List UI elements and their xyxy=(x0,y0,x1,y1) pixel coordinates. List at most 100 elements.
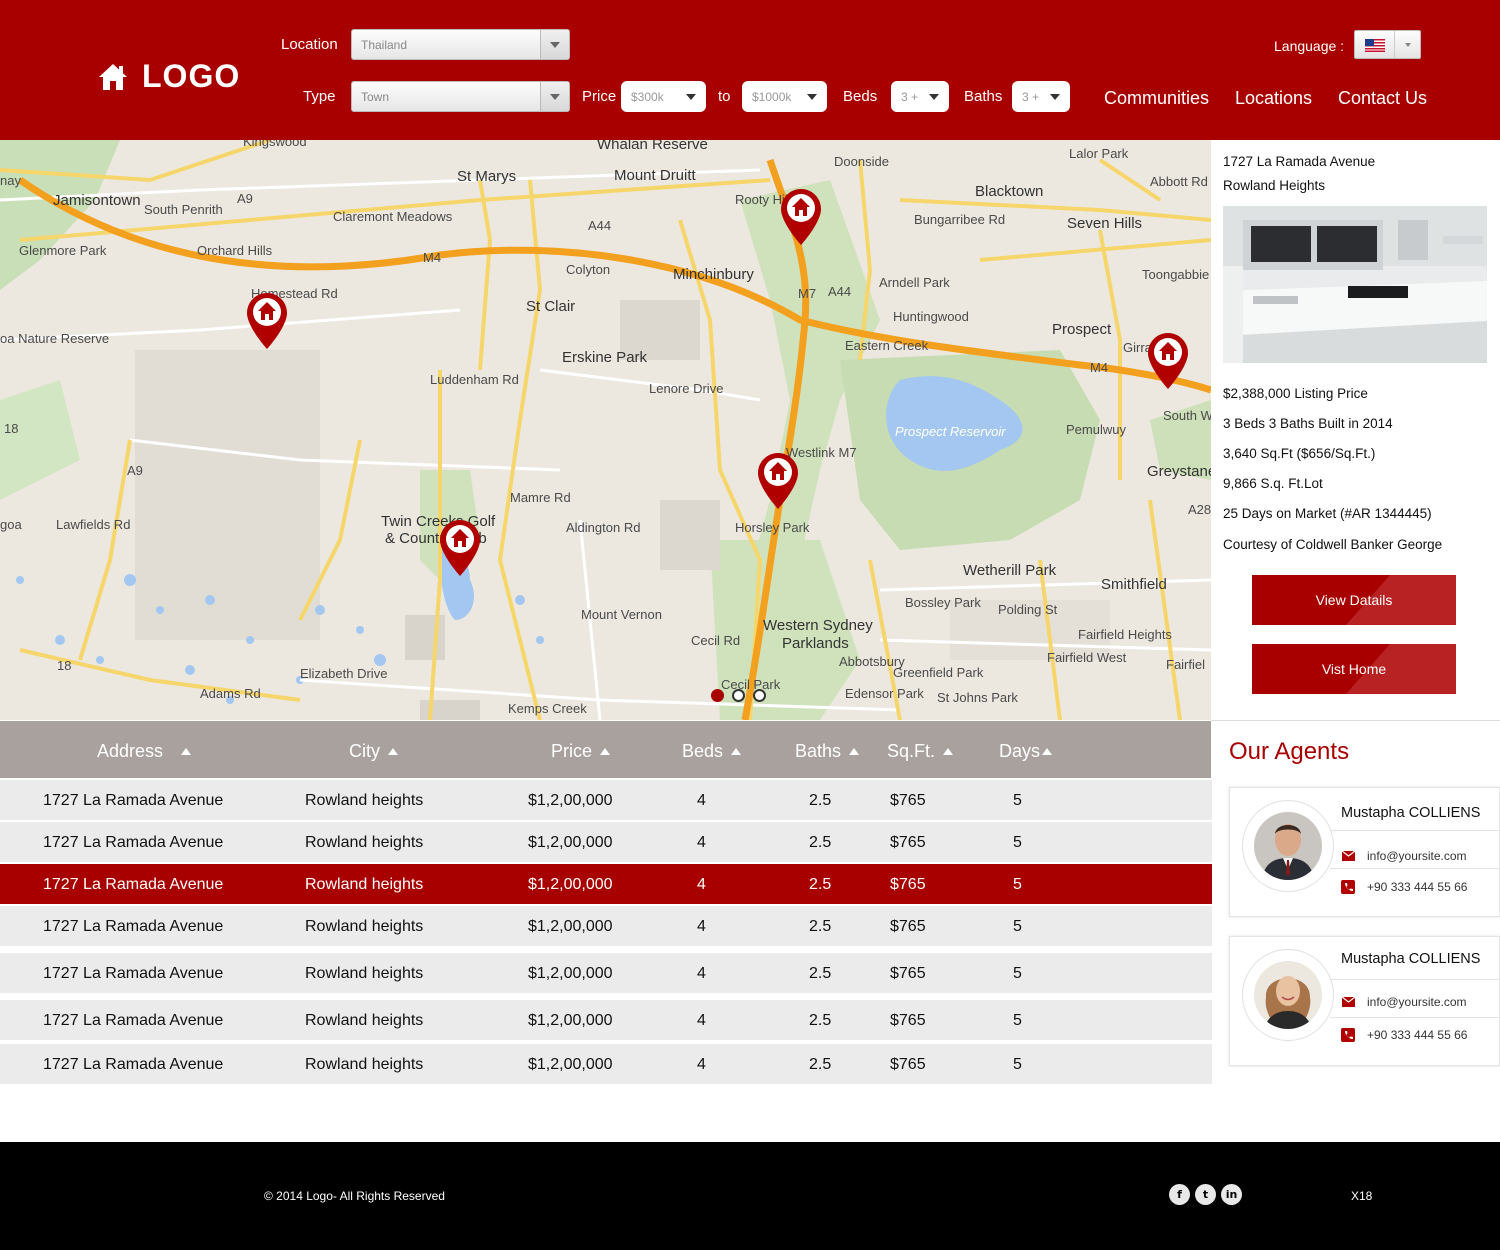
agent-card[interactable]: Mustapha COLLIENS info@yoursite.com +90 … xyxy=(1229,787,1500,917)
nav-contact-us[interactable]: Contact Us xyxy=(1338,88,1427,109)
cell-days: 5 xyxy=(1013,1012,1022,1029)
house-pin-icon xyxy=(247,293,287,349)
map-label: Prospect Reservoir xyxy=(895,424,1006,439)
sort-price[interactable]: Price xyxy=(551,741,611,762)
property-map[interactable]: Kingswood Whalan Reserve Doonside Lalor … xyxy=(0,140,1211,720)
cell-sqft: $765 xyxy=(890,1012,926,1029)
visit-home-button[interactable]: Vist Home xyxy=(1252,644,1456,694)
cell-address: 1727 La Ramada Avenue xyxy=(43,965,224,982)
map-pin-house[interactable] xyxy=(780,188,822,246)
cell-address: 1727 La Ramada Avenue xyxy=(43,1012,224,1029)
table-row[interactable]: 1727 La Ramada Avenue Rowland heights $1,2… xyxy=(0,822,1212,862)
map-label: Kemps Creek xyxy=(508,701,587,716)
cell-beds: 4 xyxy=(697,1056,706,1073)
carousel-dot[interactable] xyxy=(753,689,766,702)
carousel-dot[interactable] xyxy=(732,689,745,702)
twitter-icon[interactable]: t xyxy=(1195,1184,1216,1205)
divider xyxy=(1211,720,1500,721)
sort-up-icon xyxy=(731,748,742,755)
site-footer: © 2014 Logo- All Rights Reserved f t in … xyxy=(0,1142,1500,1250)
map-label: Parklands xyxy=(782,635,849,652)
chevron-down-icon xyxy=(686,94,696,100)
view-details-button[interactable]: View Datails xyxy=(1252,575,1456,625)
map-label: oa Nature Reserve xyxy=(0,331,110,346)
sort-days[interactable]: Days xyxy=(999,741,1053,762)
table-row[interactable]: 1727 La Ramada Avenue Rowland heights $1,2… xyxy=(0,864,1212,904)
map-label: Polding St xyxy=(998,602,1058,617)
map-label: Edensor Park xyxy=(845,686,924,701)
map-label: Luddenham Rd xyxy=(430,372,519,387)
cell-baths: 2.5 xyxy=(809,1012,832,1029)
mail-icon xyxy=(1341,849,1355,863)
cell-sqft: $765 xyxy=(890,965,926,982)
agent-phone[interactable]: +90 333 444 55 66 xyxy=(1341,880,1467,894)
table-row[interactable]: 1727 La Ramada Avenue Rowland heights $1,2… xyxy=(0,1044,1212,1084)
nav-communities[interactable]: Communities xyxy=(1104,88,1209,109)
chevron-down-icon xyxy=(807,94,817,100)
cell-price: $1,2,00,000 xyxy=(528,1056,613,1073)
agent-card[interactable]: Mustapha COLLIENS info@yoursite.com +90 … xyxy=(1229,936,1500,1066)
map-label: Huntingwood xyxy=(893,309,969,324)
sort-sqft[interactable]: Sq.Ft. xyxy=(887,741,954,762)
map-label: South W xyxy=(1163,408,1211,423)
map-pin-house[interactable] xyxy=(1147,332,1189,390)
language-select[interactable] xyxy=(1354,30,1421,59)
table-row[interactable]: 1727 La Ramada Avenue Rowland heights $1,2… xyxy=(0,953,1212,993)
kitchen-photo xyxy=(1223,206,1487,363)
cell-price: $1,2,00,000 xyxy=(528,834,613,851)
location-select-value: Thailand xyxy=(361,37,408,52)
cell-beds: 4 xyxy=(697,918,706,935)
map-label: Glenmore Park xyxy=(19,243,107,258)
type-select[interactable]: Town xyxy=(351,81,570,112)
map-label: Greystane xyxy=(1147,463,1211,480)
price-min-select[interactable]: $300k xyxy=(621,81,706,112)
logo[interactable]: LOGO xyxy=(98,58,240,95)
agent-email[interactable]: info@yoursite.com xyxy=(1341,849,1467,863)
map-label: A9 xyxy=(237,191,253,206)
map-label: A44 xyxy=(828,284,852,299)
map-pin-house[interactable] xyxy=(246,292,288,350)
carousel-dots xyxy=(711,689,766,702)
phone-icon xyxy=(1341,880,1355,894)
listing-photo[interactable] xyxy=(1223,206,1487,363)
location-select[interactable]: Thailand xyxy=(351,29,570,60)
table-row[interactable]: 1727 La Ramada Avenue Rowland heights $1,2… xyxy=(0,1000,1212,1040)
table-row[interactable]: 1727 La Ramada Avenue Rowland heights $1,2… xyxy=(0,906,1212,946)
agent-email[interactable]: info@yoursite.com xyxy=(1341,995,1467,1009)
agents-title: Our Agents xyxy=(1229,738,1350,765)
facebook-icon[interactable]: f xyxy=(1169,1184,1190,1205)
agent-email-text: info@yoursite.com xyxy=(1367,995,1467,1009)
cell-address: 1727 La Ramada Avenue xyxy=(43,792,224,809)
sort-city[interactable]: City xyxy=(349,741,398,762)
sort-up-icon xyxy=(1042,748,1053,755)
map-pin-house[interactable] xyxy=(757,452,799,510)
map-label: Blacktown xyxy=(975,183,1044,200)
carousel-dot[interactable] xyxy=(711,689,724,702)
cell-beds: 4 xyxy=(697,834,706,851)
map-label: M4 xyxy=(1090,360,1109,375)
sort-address[interactable]: Address xyxy=(97,741,192,762)
sort-baths[interactable]: Baths xyxy=(795,741,860,762)
agent-phone[interactable]: +90 333 444 55 66 xyxy=(1341,1028,1467,1042)
price-max-select[interactable]: $1000k xyxy=(742,81,827,112)
map-label: Seven Hills xyxy=(1067,215,1143,232)
map-label: Horsley Park xyxy=(735,520,810,535)
cell-baths: 2.5 xyxy=(809,965,832,982)
linkedin-icon[interactable]: in xyxy=(1221,1184,1242,1205)
map-label: Erskine Park xyxy=(562,349,648,366)
baths-select[interactable]: 3 + xyxy=(1012,81,1070,112)
mail-icon xyxy=(1341,995,1355,1009)
cell-address: 1727 La Ramada Avenue xyxy=(43,834,224,851)
baths-value: 3 + xyxy=(1022,89,1040,104)
map-label: Bossley Park xyxy=(905,595,981,610)
cell-price: $1,2,00,000 xyxy=(528,792,613,809)
listing-address-line2: Rowland Heights xyxy=(1223,178,1326,193)
map-pin-house[interactable] xyxy=(439,519,481,577)
map-label: Doonside xyxy=(834,154,889,169)
sort-beds[interactable]: Beds xyxy=(682,741,742,762)
chevron-down-icon xyxy=(540,82,569,111)
nav-locations[interactable]: Locations xyxy=(1235,88,1312,109)
beds-select[interactable]: 3 + xyxy=(891,81,949,112)
table-row[interactable]: 1727 La Ramada Avenue Rowland heights $1,2… xyxy=(0,780,1212,820)
view-details-label: View Datails xyxy=(1315,592,1393,608)
